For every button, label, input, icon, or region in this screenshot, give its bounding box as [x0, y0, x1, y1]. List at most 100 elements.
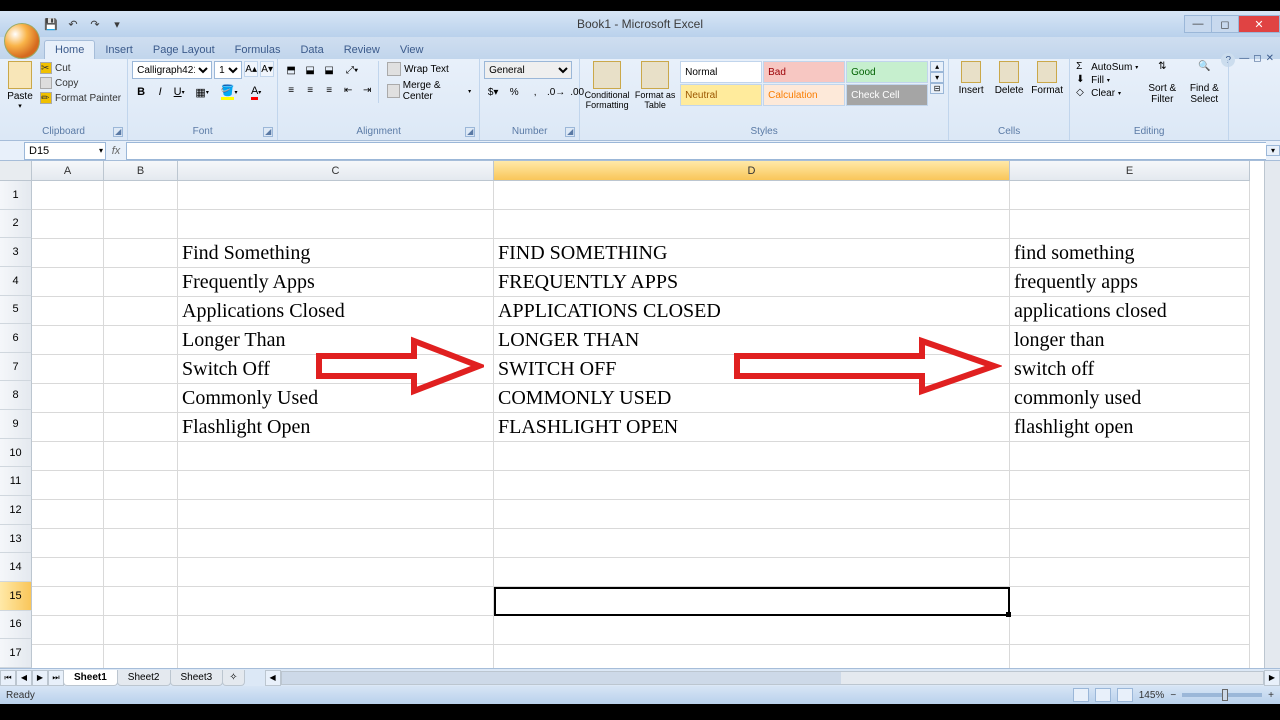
cell-E10[interactable] — [1010, 442, 1250, 471]
cell-D14[interactable] — [494, 558, 1010, 587]
cell-B15[interactable] — [104, 587, 178, 616]
cell-B14[interactable] — [104, 558, 178, 587]
cell-E11[interactable] — [1010, 471, 1250, 500]
gallery-up-icon[interactable]: ▴ — [930, 61, 944, 72]
cell-D16[interactable] — [494, 616, 1010, 645]
gallery-down-icon[interactable]: ▾ — [930, 72, 944, 83]
zoom-level[interactable]: 145% — [1139, 690, 1165, 701]
row-header-3[interactable]: 3 — [0, 238, 32, 267]
tab-nav-prev-icon[interactable]: ◀ — [16, 670, 32, 686]
zoom-slider[interactable] — [1182, 693, 1262, 697]
cell-B7[interactable] — [104, 355, 178, 384]
sheet-tab-1[interactable]: Sheet1 — [63, 670, 118, 686]
namebox-dropdown-icon[interactable]: ▾ — [99, 146, 105, 155]
cell-A14[interactable] — [32, 558, 104, 587]
sort-filter-button[interactable]: ⇅Sort & Filter — [1142, 61, 1182, 105]
cell-D1[interactable] — [494, 181, 1010, 210]
view-layout-button[interactable] — [1095, 688, 1111, 702]
row-header-7[interactable]: 7 — [0, 353, 32, 382]
view-pagebreak-button[interactable] — [1117, 688, 1133, 702]
cell-D17[interactable] — [494, 645, 1010, 668]
row-header-16[interactable]: 16 — [0, 611, 32, 640]
format-as-table-button[interactable]: Format as Table — [632, 61, 678, 110]
align-center-button[interactable]: ≡ — [301, 81, 319, 99]
cut-button[interactable]: ✂Cut — [38, 61, 123, 75]
cell-C3[interactable]: Find Something — [178, 239, 494, 268]
font-dialog-icon[interactable]: ◢ — [263, 127, 273, 137]
cell-A5[interactable] — [32, 297, 104, 326]
fill-color-button[interactable]: 🪣▾ — [216, 83, 242, 101]
cell-D4[interactable]: FREQUENTLY APPS — [494, 268, 1010, 297]
cell-E7[interactable]: switch off — [1010, 355, 1250, 384]
tab-data[interactable]: Data — [290, 41, 333, 59]
cell-E14[interactable] — [1010, 558, 1250, 587]
cell-A2[interactable] — [32, 210, 104, 239]
cell-B5[interactable] — [104, 297, 178, 326]
cell-B17[interactable] — [104, 645, 178, 668]
cell-D5[interactable]: APPLICATIONS CLOSED — [494, 297, 1010, 326]
tab-nav-last-icon[interactable]: ⏭ — [48, 670, 64, 686]
gallery-more-icon[interactable]: ⊟ — [930, 83, 944, 94]
formula-input[interactable] — [126, 142, 1266, 160]
close-button[interactable]: ✕ — [1238, 15, 1280, 33]
cell-B13[interactable] — [104, 529, 178, 558]
row-header-9[interactable]: 9 — [0, 410, 32, 439]
fill-button[interactable]: ⬇Fill▾ — [1074, 74, 1140, 86]
row-header-14[interactable]: 14 — [0, 553, 32, 582]
cell-D15[interactable] — [494, 587, 1010, 616]
cell-C2[interactable] — [178, 210, 494, 239]
row-header-10[interactable]: 10 — [0, 439, 32, 468]
col-header-d[interactable]: D — [494, 161, 1010, 181]
select-all-corner[interactable] — [0, 161, 32, 181]
cell-A17[interactable] — [32, 645, 104, 668]
style-normal[interactable]: Normal — [680, 61, 762, 83]
grow-font-button[interactable]: A▴ — [244, 61, 258, 77]
row-header-1[interactable]: 1 — [0, 181, 32, 210]
cell-B8[interactable] — [104, 384, 178, 413]
cell-D9[interactable]: FLASHLIGHT OPEN — [494, 413, 1010, 442]
cell-A12[interactable] — [32, 500, 104, 529]
sheet-tab-3[interactable]: Sheet3 — [170, 670, 224, 686]
border-button[interactable]: ▦▾ — [189, 83, 215, 101]
cell-B6[interactable] — [104, 326, 178, 355]
cell-D13[interactable] — [494, 529, 1010, 558]
cell-C12[interactable] — [178, 500, 494, 529]
format-cells-button[interactable]: Format — [1029, 61, 1065, 96]
row-header-13[interactable]: 13 — [0, 525, 32, 554]
row-header-5[interactable]: 5 — [0, 296, 32, 325]
zoom-in-button[interactable]: + — [1268, 690, 1274, 701]
fx-icon[interactable]: fx — [106, 145, 126, 157]
row-header-8[interactable]: 8 — [0, 381, 32, 410]
underline-button[interactable]: U▾ — [170, 83, 188, 101]
percent-button[interactable]: % — [505, 83, 523, 101]
cell-C17[interactable] — [178, 645, 494, 668]
cell-E2[interactable] — [1010, 210, 1250, 239]
style-good[interactable]: Good — [846, 61, 928, 83]
row-header-12[interactable]: 12 — [0, 496, 32, 525]
horizontal-scrollbar[interactable]: ◀ ▶ — [265, 670, 1280, 686]
merge-center-button[interactable]: Merge & Center▾ — [383, 79, 475, 103]
minimize-button[interactable]: — — [1184, 15, 1212, 33]
cell-D6[interactable]: LONGER THAN — [494, 326, 1010, 355]
paste-button[interactable]: Paste ▾ — [4, 61, 36, 110]
redo-icon[interactable]: ↷ — [86, 15, 104, 33]
align-middle-button[interactable]: ⬓ — [301, 61, 319, 79]
style-bad[interactable]: Bad — [763, 61, 845, 83]
view-normal-button[interactable] — [1073, 688, 1089, 702]
delete-cells-button[interactable]: Delete — [991, 61, 1027, 96]
workbook-minimize-icon[interactable]: — — [1239, 53, 1249, 67]
vertical-scrollbar[interactable] — [1264, 161, 1280, 668]
cell-C15[interactable] — [178, 587, 494, 616]
cell-B16[interactable] — [104, 616, 178, 645]
cell-A16[interactable] — [32, 616, 104, 645]
cell-D2[interactable] — [494, 210, 1010, 239]
align-top-button[interactable]: ⬒ — [282, 61, 300, 79]
style-calculation[interactable]: Calculation — [763, 84, 845, 106]
cell-E16[interactable] — [1010, 616, 1250, 645]
cell-A7[interactable] — [32, 355, 104, 384]
tab-review[interactable]: Review — [334, 41, 390, 59]
cell-D3[interactable]: FIND SOMETHING — [494, 239, 1010, 268]
row-header-4[interactable]: 4 — [0, 267, 32, 296]
font-color-button[interactable]: A▾ — [243, 83, 269, 101]
number-format-select[interactable]: General — [484, 61, 572, 79]
